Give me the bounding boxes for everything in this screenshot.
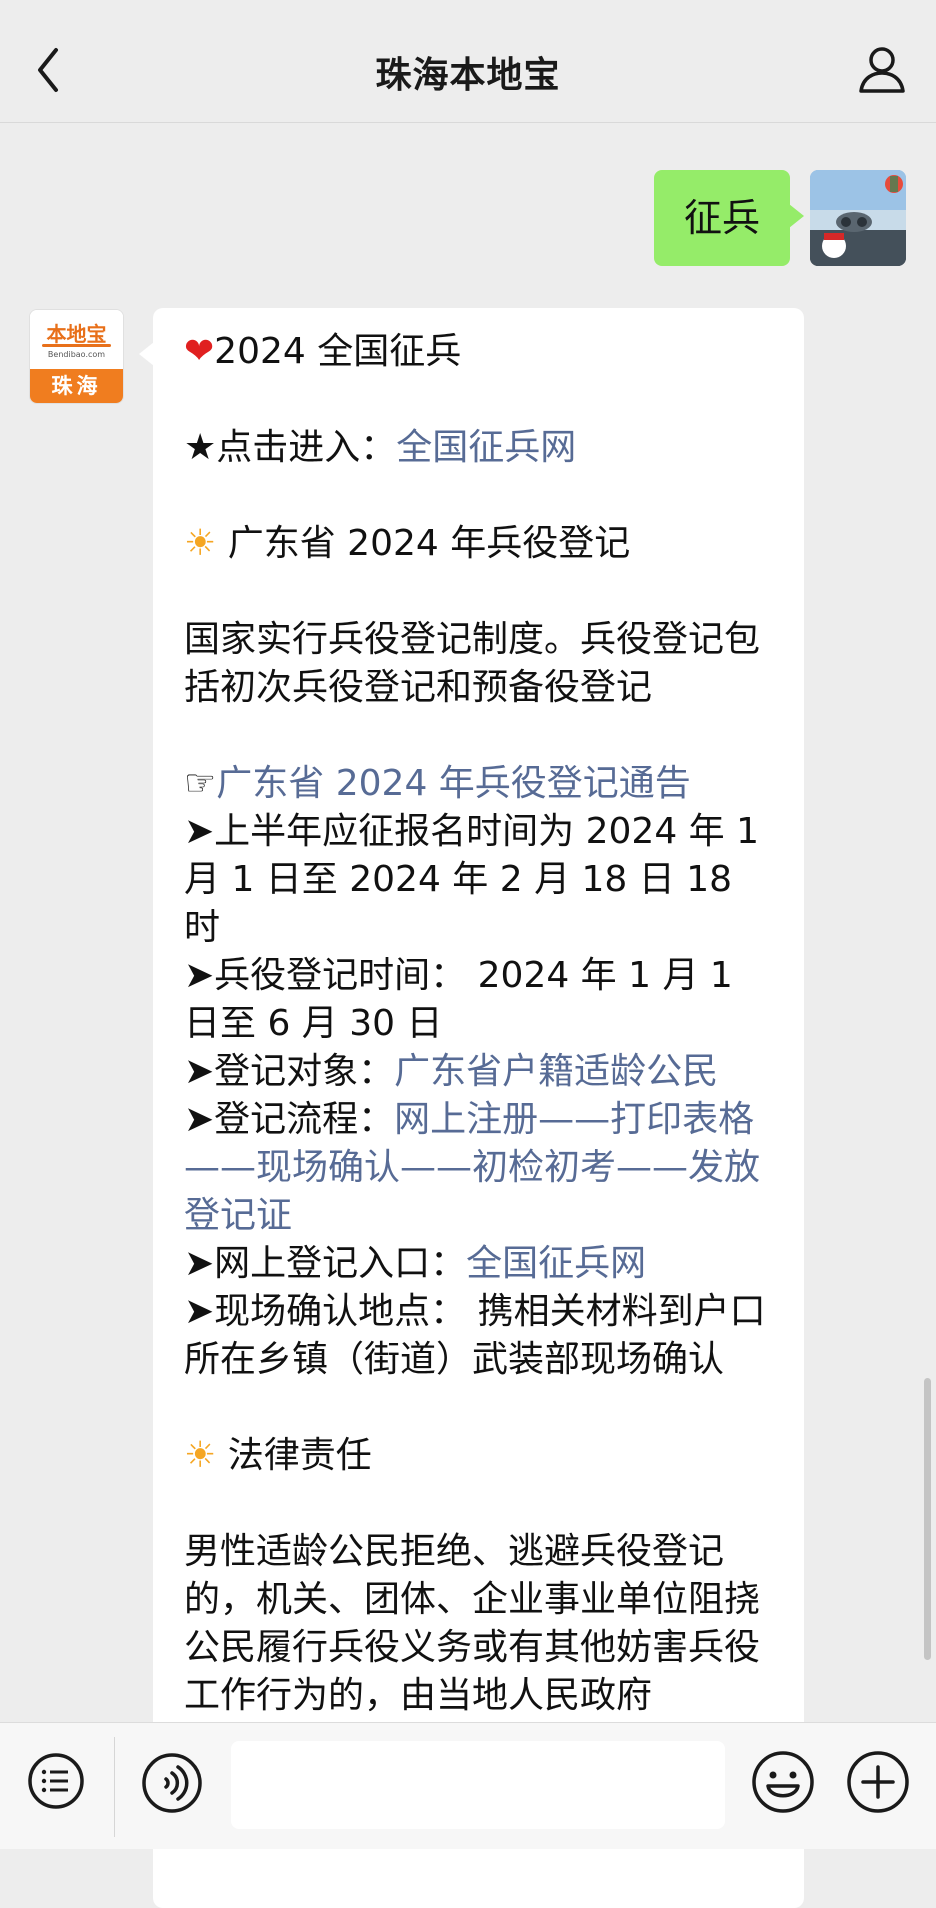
heart-icon: ❤ <box>184 331 215 372</box>
process-label: ➤登记流程： <box>184 1099 395 1140</box>
msg-registration-target: ➤登记对象：广东省户籍适龄公民 <box>184 1048 778 1096</box>
bot-message-bubble: ❤2024 全国征兵 ★点击进入：全国征兵网 ☀ 广东省 2024 年兵役登记 … <box>139 308 804 1908</box>
msg-notice-link-line: ☞广东省 2024 年兵役登记通告 <box>184 760 778 808</box>
message-input[interactable] <box>231 1741 725 1829</box>
msg-online-entry: ➤网上登记入口：全国征兵网 <box>184 1240 778 1288</box>
msg-entry-line: ★点击进入：全国征兵网 <box>184 424 778 472</box>
sun-icon: ☀ <box>184 523 217 564</box>
smiley-icon <box>752 1751 814 1813</box>
person-icon <box>859 47 905 93</box>
link-guangdong-2024-notice[interactable]: 广东省 2024 年兵役登记通告 <box>216 763 691 804</box>
msg-heading-2024-conscription: ❤2024 全国征兵 <box>184 328 778 376</box>
footer-divider <box>114 1737 115 1837</box>
bot-avatar[interactable]: 本地宝 Bendibao.com 珠海 <box>29 309 124 404</box>
more-button[interactable] <box>845 1749 911 1815</box>
user-message-bubble[interactable]: 征兵 <box>653 170 805 266</box>
msg-section-legal: ☀ 法律责任 <box>184 1432 778 1480</box>
msg-legal-paragraph: 男性适龄公民拒绝、逃避兵役登记的，机关、团体、企业事业单位阻挠公民履行兵役义务或… <box>184 1531 761 1716</box>
voice-button[interactable] <box>140 1751 204 1815</box>
msg-section-guangdong-registration: ☀ 广东省 2024 年兵役登记 <box>184 520 778 568</box>
section-title: 法律责任 <box>216 1435 372 1476</box>
sun-icon: ☀ <box>184 1435 217 1476</box>
voice-icon <box>142 1753 202 1813</box>
menu-button[interactable] <box>26 1751 86 1811</box>
msg-signup-period: ➤上半年应征报名时间为 2024 年 1 月 1 日至 2024 年 2 月 1… <box>184 811 760 948</box>
entry-label: ★点击进入： <box>184 427 397 468</box>
target-label: ➤登记对象： <box>184 1051 395 1092</box>
msg-onsite-confirmation: ➤现场确认地点： 携相关材料到户口所在乡镇（街道）武装部现场确认 <box>184 1291 766 1380</box>
chat-title: 珠海本地宝 <box>375 55 561 96</box>
avatar-swoosh <box>42 344 111 347</box>
msg-registration-period: ➤兵役登记时间： 2024 年 1 月 1 日至 6 月 30 日 <box>184 955 733 1044</box>
online-entry-label: ➤网上登记入口： <box>184 1243 467 1284</box>
section-title: 广东省 2024 年兵役登记 <box>216 523 631 564</box>
list-menu-icon <box>28 1753 84 1809</box>
link-national-conscription-site[interactable]: 全国征兵网 <box>396 427 576 468</box>
msg-registration-process: ➤登记流程：网上注册——打印表格——现场确认——初检初考——发放登记证 <box>184 1096 778 1240</box>
profile-button[interactable] <box>856 44 908 96</box>
link-national-conscription-site-2[interactable]: 全国征兵网 <box>466 1243 646 1284</box>
link-eligible-citizens[interactable]: 广东省户籍适龄公民 <box>394 1051 718 1092</box>
heading-text: 2024 全国征兵 <box>214 331 462 372</box>
user-avatar[interactable] <box>810 170 906 266</box>
scrollbar[interactable] <box>924 1378 931 1660</box>
plus-icon <box>847 1751 909 1813</box>
avatar-city-text: 珠海 <box>30 369 123 403</box>
avatar-brand-text: 本地宝 <box>46 322 107 346</box>
msg-paragraph-registration-system: 国家实行兵役登记制度。兵役登记包括初次兵役登记和预备役登记 <box>184 619 761 708</box>
emoji-button[interactable] <box>750 1749 816 1815</box>
avatar-image <box>810 170 906 266</box>
input-bar <box>0 1722 936 1849</box>
chat-header: 珠海本地宝 <box>0 0 936 123</box>
pointing-hand-icon: ☞ <box>184 763 217 804</box>
avatar-domain-text: Bendibao.com <box>47 350 106 359</box>
